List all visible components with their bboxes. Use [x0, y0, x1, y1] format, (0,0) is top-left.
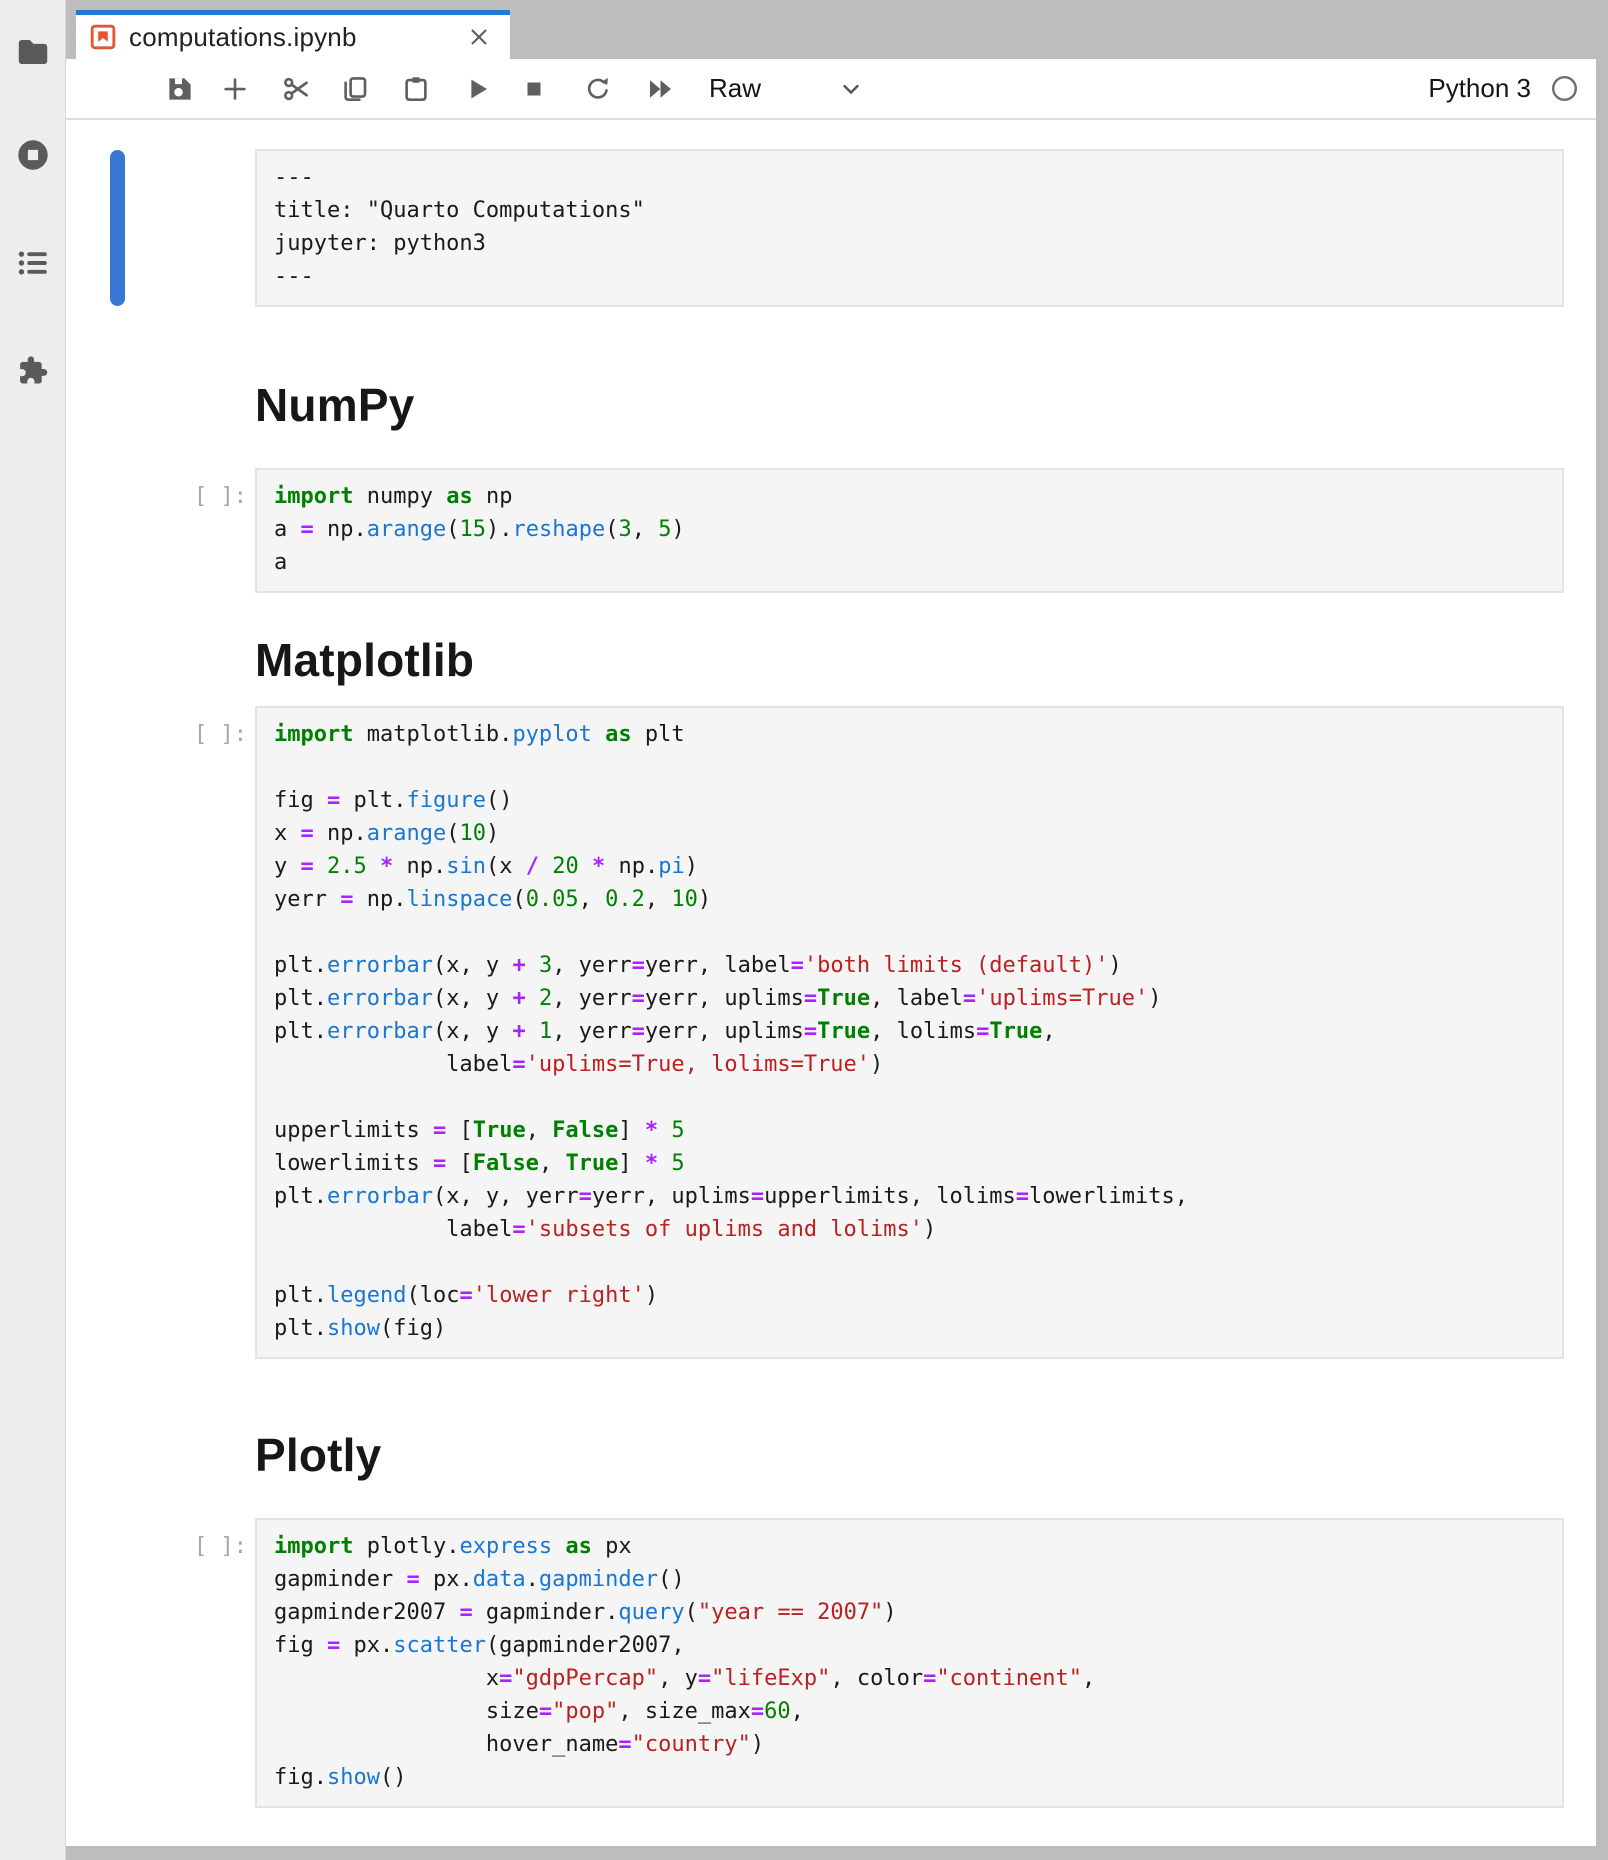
- active-cell-collapser[interactable]: [110, 150, 125, 306]
- markdown-heading: NumPy: [255, 381, 1596, 429]
- markdown-cell[interactable]: Plotly: [66, 1431, 1596, 1479]
- input-prompt: [ ]:: [66, 480, 247, 513]
- table-of-contents-icon[interactable]: [14, 244, 52, 282]
- code-line: hover_name="country"): [274, 1728, 1552, 1761]
- code-line: import plotly.express as px: [274, 1530, 1552, 1563]
- restart-run-all-icon: [644, 74, 674, 104]
- tab-title: computations.ipynb: [129, 22, 456, 53]
- run-button[interactable]: [453, 59, 501, 118]
- code-line: fig = px.scatter(gapminder2007,: [274, 1629, 1552, 1662]
- stop-circle-icon[interactable]: [14, 136, 52, 174]
- interrupt-icon: [519, 74, 549, 104]
- notebook-file-icon: [90, 24, 116, 50]
- close-icon[interactable]: [466, 24, 492, 50]
- code-cell-editor[interactable]: import matplotlib.pyplot as plt fig = pl…: [255, 706, 1564, 1359]
- code-line: label='uplims=True, lolims=True'): [274, 1048, 1552, 1081]
- code-line: gapminder2007 = gapminder.query("year ==…: [274, 1596, 1552, 1629]
- code-line: lowerlimits = [False, True] * 5: [274, 1147, 1552, 1180]
- paste-icon: [401, 74, 431, 104]
- code-cell-editor[interactable]: import plotly.express as pxgapminder = p…: [255, 1518, 1564, 1808]
- markdown-heading: Plotly: [255, 1431, 1596, 1479]
- code-line: y = 2.5 * np.sin(x / 20 * np.pi): [274, 850, 1552, 883]
- code-cell[interactable]: [ ]:import matplotlib.pyplot as plt fig …: [66, 706, 1596, 1359]
- interrupt-button[interactable]: [510, 59, 558, 118]
- restart-button[interactable]: [574, 59, 622, 118]
- cut-icon: [281, 74, 311, 104]
- kernel-name[interactable]: Python 3: [1428, 73, 1531, 104]
- raw-cell[interactable]: ---title: "Quarto Computations"jupyter: …: [66, 149, 1596, 307]
- code-line: fig = plt.figure(): [274, 784, 1552, 817]
- code-line: plt.errorbar(x, y + 2, yerr=yerr, uplims…: [274, 982, 1552, 1015]
- paste-button[interactable]: [392, 59, 440, 118]
- insert-cell-icon: [220, 74, 250, 104]
- notebook-area[interactable]: ---title: "Quarto Computations"jupyter: …: [66, 120, 1596, 1846]
- code-line: x="gdpPercap", y="lifeExp", color="conti…: [274, 1662, 1552, 1695]
- cell-type-dropdown[interactable]: Raw: [709, 59, 761, 118]
- code-cell[interactable]: [ ]:import plotly.express as pxgapminder…: [66, 1518, 1596, 1808]
- run-icon: [462, 74, 492, 104]
- code-line: [274, 916, 1552, 949]
- copy-icon: [340, 74, 370, 104]
- code-line: [274, 1081, 1552, 1114]
- markdown-cell[interactable]: Matplotlib: [66, 636, 1596, 684]
- code-line: x = np.arange(10): [274, 817, 1552, 850]
- code-line: plt.errorbar(x, y + 1, yerr=yerr, uplims…: [274, 1015, 1552, 1048]
- restart-icon: [583, 74, 613, 104]
- right-scroll-gutter[interactable]: [1596, 0, 1608, 1860]
- code-line: import numpy as np: [274, 480, 1552, 513]
- jupyterlab-window: computations.ipynb Raw Python 3 ---title…: [0, 0, 1608, 1860]
- insert-cell-button[interactable]: [211, 59, 259, 118]
- restart-run-all-button[interactable]: [635, 59, 683, 118]
- code-line: a: [274, 546, 1552, 579]
- code-cell[interactable]: [ ]:import numpy as npa = np.arange(15).…: [66, 468, 1596, 593]
- code-line: a = np.arange(15).reshape(3, 5): [274, 513, 1552, 546]
- input-prompt: [ ]:: [66, 718, 247, 751]
- extensions-icon[interactable]: [14, 351, 52, 389]
- code-line: label='subsets of uplims and lolims'): [274, 1213, 1552, 1246]
- code-line: import matplotlib.pyplot as plt: [274, 718, 1552, 751]
- folder-icon[interactable]: [14, 33, 52, 71]
- code-line: yerr = np.linspace(0.05, 0.2, 10): [274, 883, 1552, 916]
- code-line: size="pop", size_max=60,: [274, 1695, 1552, 1728]
- input-prompt: [ ]:: [66, 1530, 247, 1563]
- raw-cell-editor[interactable]: ---title: "Quarto Computations"jupyter: …: [255, 149, 1564, 307]
- code-line: gapminder = px.data.gapminder(): [274, 1563, 1552, 1596]
- code-line: plt.errorbar(x, y + 3, yerr=yerr, label=…: [274, 949, 1552, 982]
- save-button[interactable]: [156, 59, 204, 118]
- code-line: plt.legend(loc='lower right'): [274, 1279, 1552, 1312]
- code-line: plt.show(fig): [274, 1312, 1552, 1345]
- copy-button[interactable]: [331, 59, 379, 118]
- code-line: ---: [274, 161, 1552, 194]
- code-line: jupyter: python3: [274, 227, 1552, 260]
- cell-type-value: Raw: [709, 73, 761, 104]
- code-line: [274, 1246, 1552, 1279]
- markdown-heading: Matplotlib: [255, 636, 1596, 684]
- kernel-status-icon[interactable]: [1551, 75, 1578, 102]
- activity-sidebar: [0, 0, 66, 1860]
- code-line: title: "Quarto Computations": [274, 194, 1552, 227]
- code-line: upperlimits = [True, False] * 5: [274, 1114, 1552, 1147]
- save-icon: [165, 74, 195, 104]
- cut-button[interactable]: [272, 59, 320, 118]
- markdown-cell[interactable]: NumPy: [66, 381, 1596, 429]
- notebook-toolbar: Raw Python 3: [66, 59, 1596, 120]
- code-line: [274, 751, 1552, 784]
- bottom-edge-strip: [66, 1846, 1608, 1860]
- code-line: fig.show(): [274, 1761, 1552, 1794]
- tab-computations-ipynb[interactable]: computations.ipynb: [76, 10, 510, 59]
- code-line: plt.errorbar(x, y, yerr=yerr, uplims=upp…: [274, 1180, 1552, 1213]
- chevron-down-icon: [837, 75, 865, 103]
- code-line: ---: [274, 260, 1552, 293]
- code-cell-editor[interactable]: import numpy as npa = np.arange(15).resh…: [255, 468, 1564, 593]
